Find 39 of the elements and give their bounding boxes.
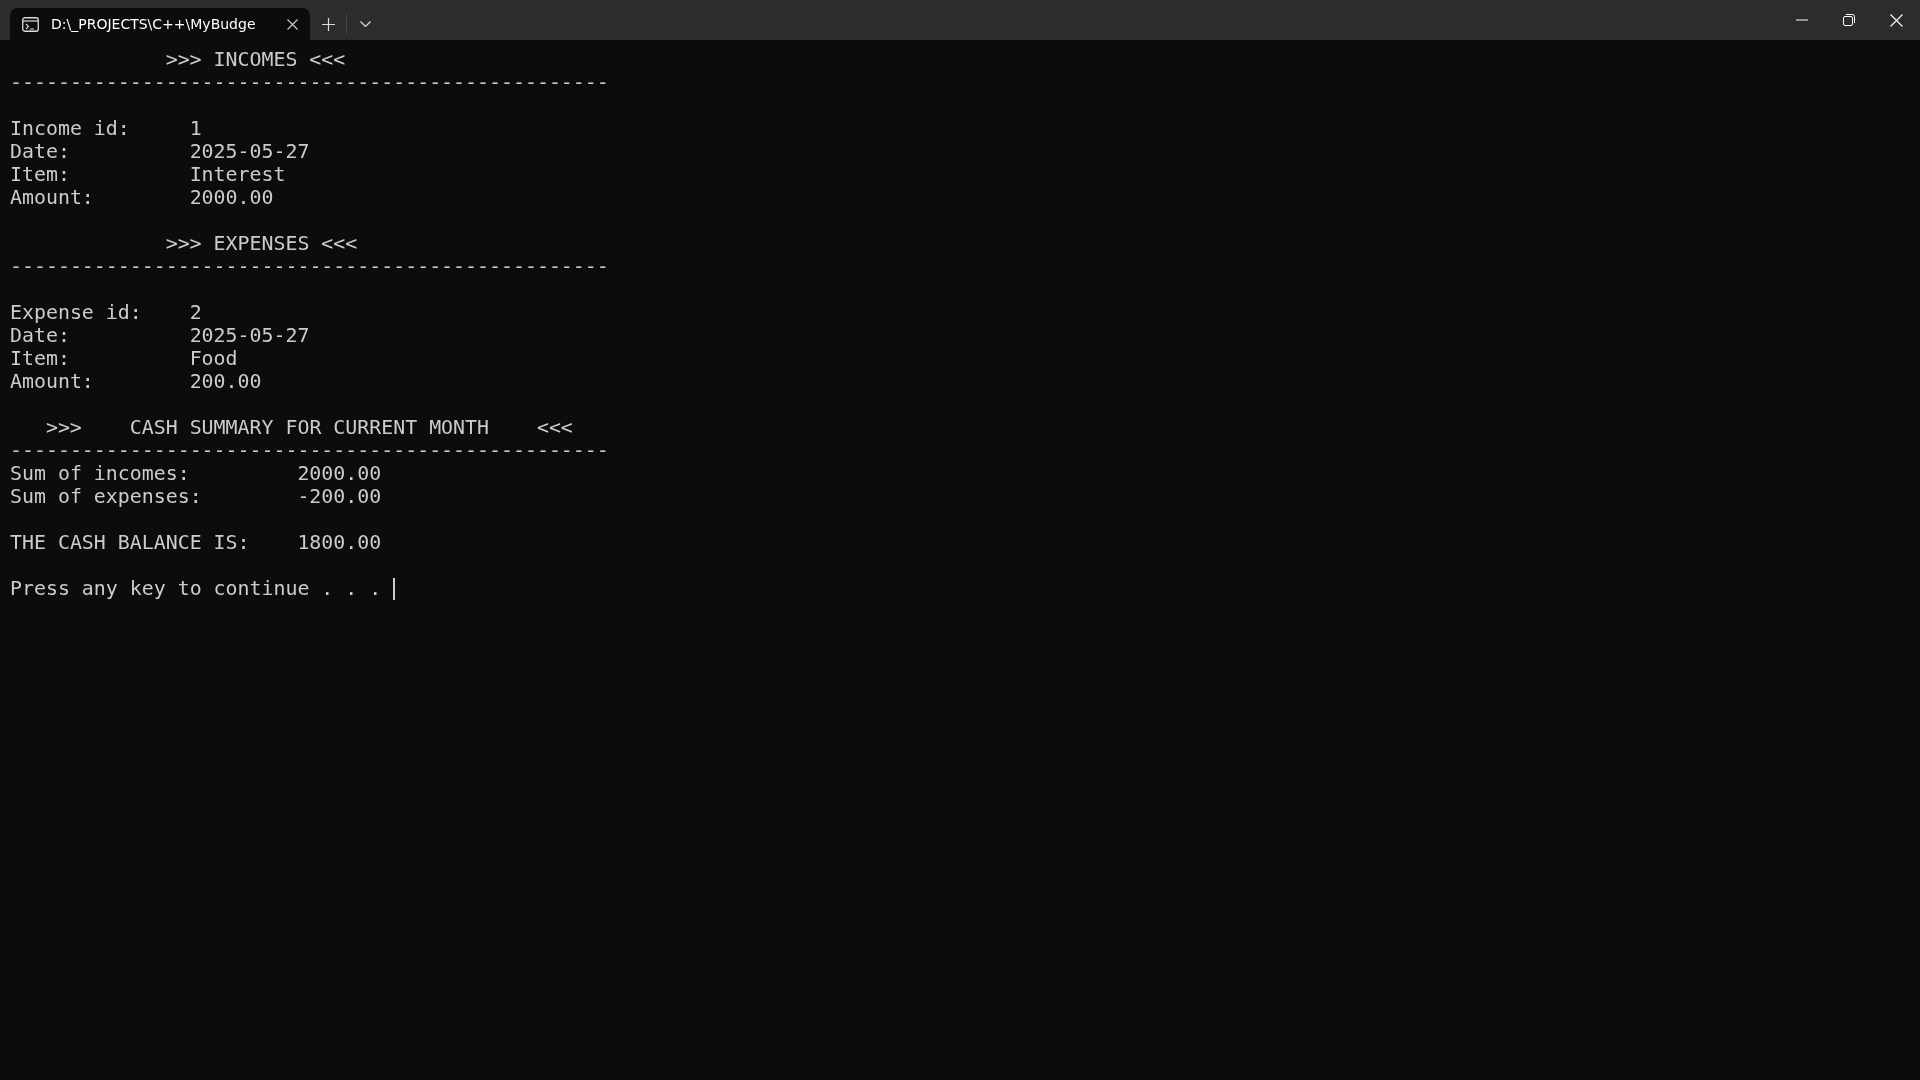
summary-value: 2000.00 xyxy=(297,462,382,485)
field-value: Interest xyxy=(189,163,286,186)
field-label: Amount: xyxy=(10,186,95,209)
summary-heading: CASH SUMMARY FOR CURRENT MONTH xyxy=(129,416,489,439)
minimize-icon xyxy=(1796,19,1808,21)
continue-prompt: Press any key to continue . . . xyxy=(10,577,382,600)
field-value: 1 xyxy=(189,117,202,140)
summary-heading: <<< xyxy=(536,416,573,439)
terminal-icon xyxy=(22,16,39,32)
restore-icon xyxy=(1843,14,1855,26)
field-label: Date: xyxy=(10,140,71,163)
dashed-rule: -------------------------------------------------- xyxy=(10,71,609,94)
field-label: Expense id: xyxy=(10,301,143,324)
field-value: 2025-05-27 xyxy=(189,324,310,347)
summary-heading: >>> xyxy=(45,416,82,439)
section-heading: >>> EXPENSES <<< xyxy=(165,232,358,255)
plus-icon xyxy=(321,17,335,31)
field-label: Date: xyxy=(10,324,71,347)
summary-label: THE CASH BALANCE IS: xyxy=(10,531,251,554)
field-value: 2025-05-27 xyxy=(189,140,310,163)
close-tab-icon[interactable] xyxy=(287,18,298,30)
field-label: Income id: xyxy=(10,117,131,140)
chevron-down-icon xyxy=(359,21,371,27)
summary-value: 1800.00 xyxy=(297,531,382,554)
field-label: Item: xyxy=(10,163,71,186)
field-label: Amount: xyxy=(10,370,95,393)
summary-value: -200.00 xyxy=(297,485,382,508)
field-label: Item: xyxy=(10,347,71,370)
summary-label: Sum of incomes: xyxy=(10,462,191,485)
dashed-rule: -------------------------------------------------- xyxy=(10,439,609,462)
summary-label: Sum of expenses: xyxy=(10,485,203,508)
field-value: 200.00 xyxy=(189,370,262,393)
dashed-rule: -------------------------------------------------- xyxy=(10,255,609,278)
section-heading: >>> INCOMES <<< xyxy=(165,48,346,71)
field-value: 2 xyxy=(189,301,202,324)
field-value: 2000.00 xyxy=(189,186,274,209)
close-icon xyxy=(1889,13,1903,27)
terminal-tab[interactable]: D:\_PROJECTS\C++\MyBudge xyxy=(10,8,310,40)
field-value: Food xyxy=(189,347,238,370)
